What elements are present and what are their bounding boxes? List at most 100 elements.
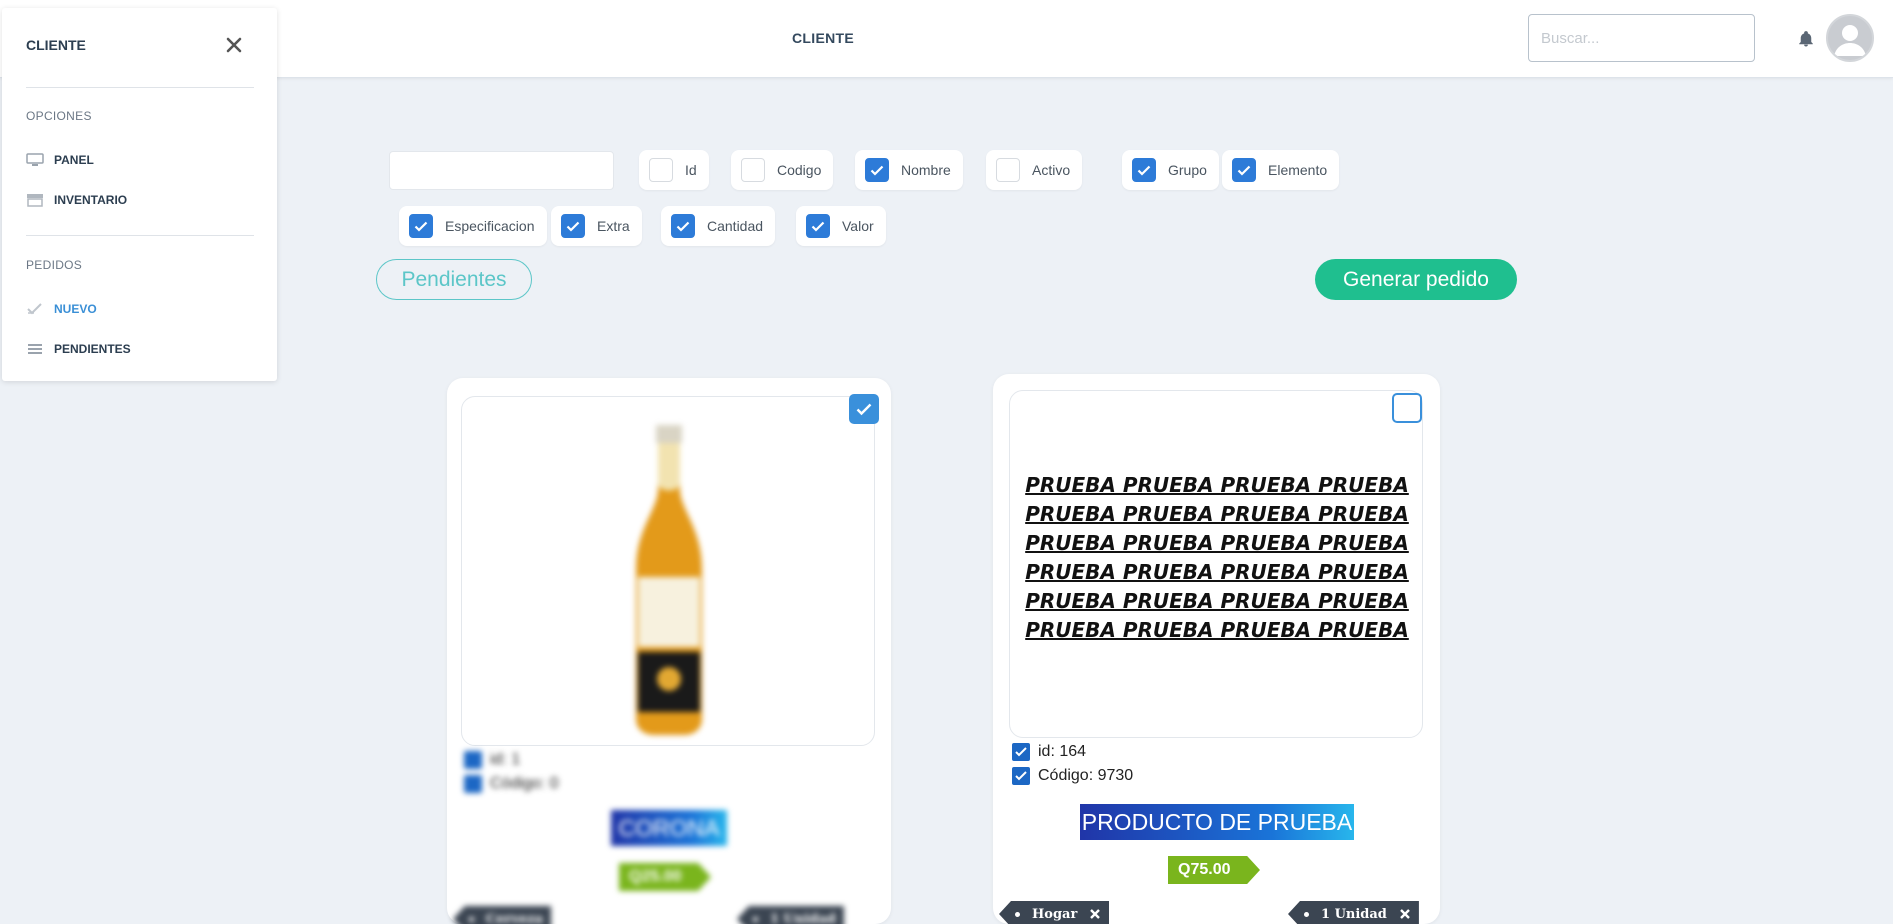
check-icon [566,221,580,232]
tag-dot [1304,911,1309,917]
filter-chip-cantidad[interactable]: Cantidad [661,206,776,246]
check-icon [811,221,825,232]
tag-dot [753,916,758,922]
check-icon [676,221,690,232]
checkbox[interactable] [1012,767,1030,785]
check-icon [1137,165,1151,176]
product-unit-tag: 1 Unidad [1288,901,1419,924]
filter-label: Activo [1032,162,1071,178]
product-name: CORONA [611,810,727,846]
filter-chip-codigo[interactable]: Codigo [731,150,834,190]
product-id-row: id: 164 [1012,743,1086,761]
avatar[interactable] [1826,14,1874,62]
sidebar-item-panel[interactable]: PANEL [26,148,94,172]
checkbox[interactable] [561,214,585,238]
product-image: PRUEBA PRUEBA PRUEBA PRUEBA PRUEBA PRUEB… [1009,390,1423,738]
product-id: id: 1 [490,751,521,768]
check-icon [1237,165,1251,176]
product-price: Q75.00 [1168,856,1260,884]
section-label-pedidos: PEDIDOS [26,258,83,272]
check-icon [1015,771,1027,781]
product-image-text: PRUEBA PRUEBA PRUEBA PRUEBA PRUEBA PRUEB… [1025,473,1409,642]
filter-label: Especificacion [445,218,535,234]
search-input[interactable] [1528,14,1755,62]
sidebar-item-label: PENDIENTES [54,342,131,356]
product-select-checkbox[interactable] [1392,393,1422,423]
checkbox [464,751,482,769]
filter-label: Nombre [901,162,951,178]
side-panel: CLIENTE OPCIONES PANEL INVENTARIO PEDIDO… [2,8,277,381]
sidebar-item-label: NUEVO [54,302,97,316]
product-code: Código: 0 [490,775,559,792]
filter-label: Elemento [1268,162,1328,178]
checkbox [464,775,482,793]
tag-label: Cerveza [486,911,544,924]
filter-chip-valor[interactable]: Valor [796,206,886,246]
check-icon [856,403,872,415]
tag-dot [469,916,474,922]
user-avatar-icon [1834,25,1866,56]
checkbox[interactable] [865,158,889,182]
bell-icon[interactable] [1797,30,1815,48]
checkbox[interactable] [996,158,1020,182]
filter-chip-especificacion[interactable]: Especificacion [399,206,547,246]
remove-tag-icon[interactable] [1399,908,1411,920]
monitor-icon [26,152,44,168]
filter-label: Extra [597,218,630,234]
checkbox[interactable] [409,214,433,238]
product-select-checkbox[interactable] [849,394,879,424]
check-icon [870,165,884,176]
filter-chip-grupo[interactable]: Grupo [1122,150,1219,190]
filter-chip-extra[interactable]: Extra [551,206,642,246]
filter-label: Id [685,162,697,178]
checkbox[interactable] [649,158,673,182]
filter-label: Valor [842,218,874,234]
checkmark-icon [26,301,44,317]
checkbox[interactable] [741,158,765,182]
sidebar-item-nuevo[interactable]: NUEVO [26,297,97,321]
check-icon [414,221,428,232]
list-icon [26,341,44,357]
sidebar-item-inventario[interactable]: INVENTARIO [26,188,127,212]
checkbox[interactable] [671,214,695,238]
filter-chip-elemento[interactable]: Elemento [1222,150,1340,190]
checkbox[interactable] [1132,158,1156,182]
sidebar-item-pendientes[interactable]: PENDIENTES [26,337,131,361]
page-title: CLIENTE [792,30,854,46]
product-image [461,396,875,746]
checkbox[interactable] [1012,743,1030,761]
filter-label: Grupo [1168,162,1207,178]
side-panel-title: CLIENTE [26,37,86,53]
product-code-row: Código: 9730 [1012,767,1133,785]
section-label-opciones: OPCIONES [26,109,92,123]
pendientes-button[interactable]: Pendientes [376,259,532,300]
close-icon[interactable] [225,36,243,54]
remove-tag-icon[interactable] [1089,908,1101,920]
archive-icon [26,192,44,208]
filter-chip-nombre[interactable]: Nombre [855,150,963,190]
product-code-row: Código: 0 [464,775,559,793]
top-bar: CLIENTE [0,0,1893,78]
filter-label: Codigo [777,162,822,178]
checkbox[interactable] [1232,158,1256,182]
product-price: Q25.00 [619,863,711,891]
checkbox[interactable] [806,214,830,238]
divider [26,235,254,236]
product-card[interactable]: id: 1 Código: 0 CORONA Q25.00 Cerveza 1 … [447,378,891,924]
beer-bottle-image [636,425,702,735]
divider [26,87,254,88]
filter-label: Cantidad [707,218,764,234]
filter-chip-activo[interactable]: Activo [986,150,1083,190]
tag-label: 1 Unidad [1321,906,1387,922]
product-card[interactable]: PRUEBA PRUEBA PRUEBA PRUEBA PRUEBA PRUEB… [993,374,1440,924]
product-group-tag: Hogar [999,901,1110,924]
filter-search-input[interactable] [389,151,614,190]
sidebar-item-label: INVENTARIO [54,193,128,207]
product-name: PRODUCTO DE PRUEBA [1080,804,1354,840]
generate-order-button[interactable]: Generar pedido [1315,259,1517,300]
sidebar-item-label: PANEL [54,153,94,167]
product-group-tag: Cerveza [453,906,552,924]
product-code: Código: 9730 [1038,767,1134,784]
filter-chip-id[interactable]: Id [639,150,709,190]
check-icon [1015,747,1027,757]
